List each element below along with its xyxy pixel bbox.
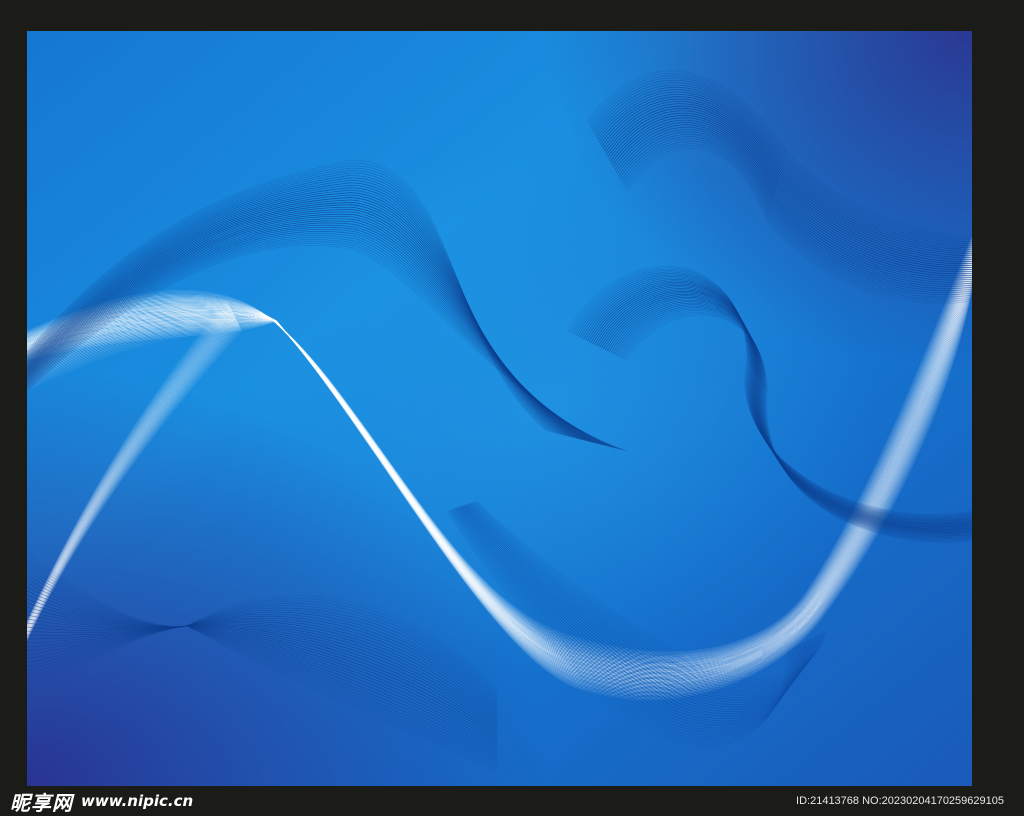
background-shade-top-right [27, 31, 972, 786]
wave-artwork [27, 31, 972, 786]
watermark-brand: 昵享网 www.nipic.cn [10, 788, 194, 815]
wave-illustration [27, 31, 972, 786]
watermark-bar: 昵享网 www.nipic.cn ID:21413768 NO:20230204… [0, 786, 1024, 816]
image-page: 昵享网 www.nipic.cn ID:21413768 NO:20230204… [0, 0, 1024, 816]
watermark-image-id: ID:21413768 NO:20230204170259629105 [796, 795, 1004, 807]
watermark-brand-url: www.nipic.cn [81, 792, 194, 810]
watermark-brand-name: 昵享网 [10, 790, 73, 815]
